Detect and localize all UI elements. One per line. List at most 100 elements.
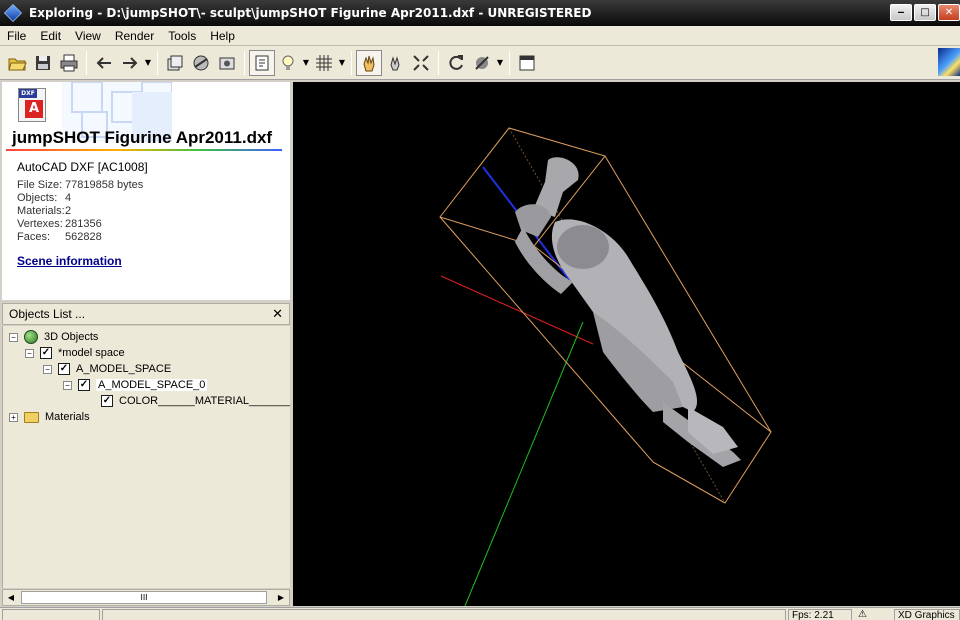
toolbar: ▼ ▼ ▼ ▼ <box>0 46 960 80</box>
objects-tree: − 3D Objects − ✓ *model space − ✓ A_MODE… <box>2 326 290 588</box>
objects-list-header: Objects List ... ✕ <box>2 303 290 325</box>
pan-hand-icon[interactable] <box>356 49 382 76</box>
back-arrow-icon[interactable] <box>91 50 117 76</box>
property-row: Faces: 562828 <box>17 231 143 244</box>
expand-icon[interactable]: + <box>9 412 18 422</box>
property-row: File Size: 77819858 bytes <box>17 179 143 192</box>
3d-viewport[interactable] <box>293 82 960 606</box>
visibility-checkbox[interactable]: ✓ <box>101 395 113 407</box>
globe-icon <box>24 330 38 344</box>
property-value: 562828 <box>65 231 102 243</box>
close-icon[interactable]: ✕ <box>272 306 283 322</box>
tree-node-materials[interactable]: + Materials <box>9 409 90 425</box>
toolbar-separator <box>86 50 87 75</box>
horizontal-scrollbar[interactable]: ◀ III ▶ <box>2 589 290 606</box>
property-row: Materials: 2 <box>17 205 143 218</box>
grid-icon[interactable] <box>311 50 337 76</box>
menu-file[interactable]: File <box>0 29 33 43</box>
save-icon[interactable] <box>30 50 56 76</box>
property-value: 4 <box>65 192 72 204</box>
folder-icon <box>24 411 39 423</box>
tree-node-material[interactable]: ✓ COLOR______MATERIAL_________ <box>101 393 290 409</box>
property-value: 2 <box>65 205 72 217</box>
menu-edit[interactable]: Edit <box>33 29 68 43</box>
property-label: Faces: <box>17 231 51 243</box>
property-label: Vertexes: <box>17 218 63 230</box>
file-properties: File Size: 77819858 bytes Objects: 4 Mater… <box>17 179 143 244</box>
property-value: 281356 <box>65 218 102 230</box>
property-row: Vertexes: 281356 <box>17 218 143 231</box>
tree-node-a-model-space-0[interactable]: − ✓ A_MODEL_SPACE_0 <box>63 377 208 393</box>
property-label: Materials: <box>17 205 65 217</box>
tree-node-label: A_MODEL_SPACE_0 <box>96 379 208 391</box>
chevron-down-icon[interactable]: ▼ <box>495 58 505 67</box>
toolbar-separator <box>438 50 439 75</box>
dxf-tag: DXF <box>19 89 37 98</box>
forward-arrow-icon[interactable] <box>117 50 143 76</box>
status-cell-main <box>2 609 100 620</box>
tree-node-label: COLOR______MATERIAL_________ <box>119 395 290 407</box>
renderer-readout: XD Graphics <box>894 609 960 620</box>
menu-tools[interactable]: Tools <box>161 29 203 43</box>
visibility-checkbox[interactable]: ✓ <box>78 379 90 391</box>
animation-icon[interactable] <box>469 50 495 76</box>
print-icon[interactable] <box>56 50 82 76</box>
y-axis-line <box>464 321 584 606</box>
maximize-button[interactable]: □ <box>914 4 936 21</box>
scroll-thumb[interactable]: III <box>21 591 267 604</box>
menu-view[interactable]: View <box>68 29 108 43</box>
collapse-icon[interactable]: − <box>43 364 52 374</box>
menu-render[interactable]: Render <box>108 29 161 43</box>
tree-node-3d-objects[interactable]: − 3D Objects <box>9 329 98 345</box>
window-title: Exploring - D:\jumpSHOT\- sculpt\jumpSHO… <box>29 6 592 20</box>
scroll-left-icon[interactable]: ◀ <box>4 591 18 604</box>
copy-window-icon[interactable] <box>162 50 188 76</box>
chevron-down-icon[interactable]: ▼ <box>337 58 347 67</box>
fullscreen-icon[interactable] <box>514 50 540 76</box>
open-folder-icon[interactable] <box>4 50 30 76</box>
app-icon[interactable] <box>3 3 23 23</box>
menu-bar: File Edit View Render Tools Help <box>0 26 960 46</box>
light-bulb-icon[interactable] <box>275 50 301 76</box>
scene-canvas[interactable] <box>293 82 960 606</box>
collapse-icon[interactable]: − <box>25 348 34 358</box>
toolbar-separator <box>509 50 510 75</box>
close-button[interactable]: ✕ <box>938 4 960 21</box>
collapse-icon[interactable]: − <box>63 380 72 390</box>
chevron-down-icon[interactable]: ▼ <box>301 58 311 67</box>
fps-readout: Fps: 2.21 <box>788 609 852 620</box>
toolbar-separator <box>157 50 158 75</box>
property-value: 77819858 bytes <box>65 179 144 191</box>
figurine-model <box>515 157 741 467</box>
visibility-checkbox[interactable]: ✓ <box>58 363 70 375</box>
chevron-down-icon[interactable]: ▼ <box>143 58 153 67</box>
tree-node-a-model-space[interactable]: − ✓ A_MODEL_SPACE <box>43 361 171 377</box>
scroll-right-icon[interactable]: ▶ <box>274 591 288 604</box>
objects-list-title: Objects List ... <box>9 307 86 321</box>
tree-node-label: Materials <box>45 411 90 423</box>
render-sphere-icon[interactable] <box>188 50 214 76</box>
minimize-button[interactable]: ‒ <box>890 4 912 21</box>
app-window: Exploring - D:\jumpSHOT\- sculpt\jumpSHO… <box>0 0 960 620</box>
snapshot-icon[interactable] <box>214 50 240 76</box>
zoom-extents-icon[interactable] <box>408 50 434 76</box>
refresh-icon[interactable] <box>443 50 469 76</box>
file-format: AutoCAD DXF [AC1008] <box>17 160 148 174</box>
menu-help[interactable]: Help <box>203 29 242 43</box>
title-underline <box>6 149 282 151</box>
dxf-file-icon: DXF A <box>18 88 46 122</box>
scene-information-link[interactable]: Scene information <box>17 254 122 268</box>
visibility-checkbox[interactable]: ✓ <box>40 347 52 359</box>
property-row: Objects: 4 <box>17 192 143 205</box>
collapse-icon[interactable]: − <box>9 332 18 342</box>
x-axis-line <box>440 275 594 345</box>
brand-logo-icon <box>938 48 960 76</box>
tree-node-model-space[interactable]: − ✓ *model space <box>25 345 125 361</box>
rotate-hand-icon[interactable] <box>382 50 408 76</box>
scene-info-icon[interactable] <box>249 49 275 76</box>
tree-node-label: A_MODEL_SPACE <box>76 363 172 375</box>
status-cell-message <box>102 609 786 620</box>
file-title: jumpSHOT Figurine Apr2011.dxf <box>12 128 273 147</box>
tree-node-label: *model space <box>58 347 125 359</box>
title-bar[interactable]: Exploring - D:\jumpSHOT\- sculpt\jumpSHO… <box>0 0 960 26</box>
